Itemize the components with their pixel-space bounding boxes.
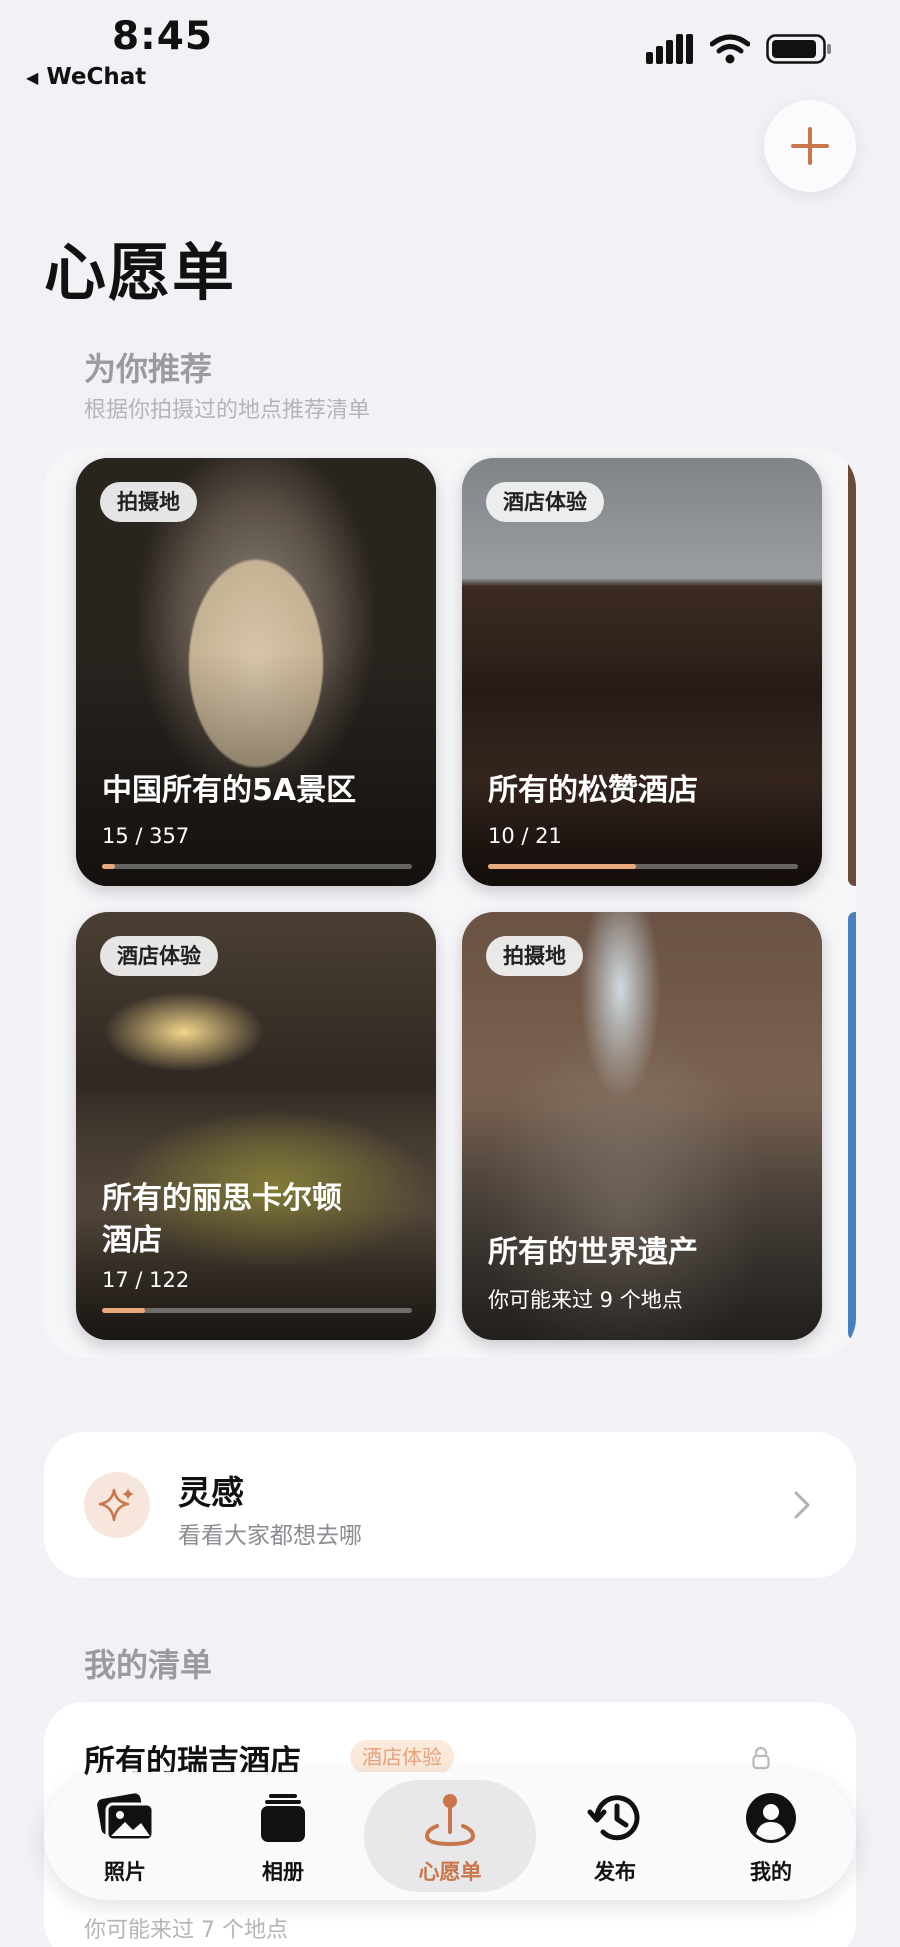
recommend-card[interactable]: 酒店体验 所有的丽思卡尔顿酒店 17 / 122 [76,912,436,1340]
inspiration-row[interactable]: 灵感 看看大家都想去哪 [44,1432,856,1578]
chevron-right-icon [794,1491,810,1519]
card-count: 15 / 357 [102,824,190,848]
card-tag: 酒店体验 [100,936,218,976]
system-icons [646,34,832,64]
recommend-carousel[interactable]: 拍摄地 中国所有的5A景区 15 / 357 酒店体验 所有的松赞酒店 10 /… [44,448,856,1358]
battery-icon [766,34,831,64]
back-triangle-icon: ◀ [26,67,39,87]
next-card-peek [848,458,856,886]
card-name: 所有的松赞酒店 [488,773,698,808]
next-card-peek [848,912,856,1340]
my-lists-title: 我的清单 [84,1646,213,1684]
card-tag: 拍摄地 [486,936,583,976]
profile-icon [746,1793,796,1843]
card-progress-fill [488,864,636,869]
tab-label: 我的 [750,1860,792,1884]
recommend-card[interactable]: 拍摄地 所有的世界遗产 你可能来过 9 个地点 [462,912,822,1340]
history-icon [587,1795,640,1841]
tab-bar: 照片 相册 心愿单 发布 我的 [44,1772,856,1900]
card-count: 17 / 122 [102,1268,190,1292]
plus-icon [791,127,829,165]
recommend-title: 为你推荐 [84,350,213,388]
sparkle-icon [84,1472,150,1538]
card-name: 所有的丽思卡尔顿酒店 [102,1181,342,1258]
card-progress-fill [102,864,116,869]
back-app-label: WeChat [46,64,147,90]
photos-icon [97,1793,155,1842]
cellular-signal-icon [646,34,693,64]
list-item-subtitle: 你可能来过 7 个地点 [84,1918,288,1943]
card-count: 你可能来过 9 个地点 [488,1288,683,1312]
tab-label: 照片 [104,1860,146,1884]
add-list-button[interactable] [764,100,856,192]
recommend-card[interactable]: 拍摄地 中国所有的5A景区 15 / 357 [76,458,436,886]
album-icon [261,1794,305,1842]
tab-label: 心愿单 [418,1860,482,1884]
tab-label: 发布 [594,1860,636,1884]
tab-album[interactable]: 相册 [202,1772,364,1900]
wifi-icon [710,34,750,64]
list-item-tag: 酒店体验 [350,1740,454,1774]
card-progress [102,864,412,869]
card-progress-fill [102,1308,146,1313]
card-tag: 酒店体验 [486,482,604,522]
wishlist-pin-icon [424,1794,476,1847]
page-title: 心愿单 [44,236,237,309]
tab-label: 相册 [262,1860,304,1884]
lock-icon [752,1746,770,1770]
card-progress [488,864,798,869]
card-progress [102,1308,412,1313]
recommend-subtitle: 根据你拍摄过的地点推荐清单 [84,398,371,423]
recommend-card[interactable]: 酒店体验 所有的松赞酒店 10 / 21 [462,458,822,886]
status-bar: 8:45 ◀ WeChat [0,0,900,100]
card-name: 所有的世界遗产 [488,1235,698,1270]
tab-profile[interactable]: 我的 [690,1772,852,1900]
inspiration-title: 灵感 [178,1473,244,1512]
card-tag: 拍摄地 [100,482,197,522]
card-count: 10 / 21 [488,824,562,848]
back-to-wechat-link[interactable]: ◀ WeChat [26,64,146,90]
tab-wishlist[interactable]: 心愿单 [364,1772,536,1900]
status-time: 8:45 [112,14,214,59]
card-name: 中国所有的5A景区 [102,773,357,808]
tab-photos[interactable]: 照片 [44,1772,206,1900]
inspiration-subtitle: 看看大家都想去哪 [178,1523,362,1549]
tab-publish[interactable]: 发布 [534,1772,696,1900]
